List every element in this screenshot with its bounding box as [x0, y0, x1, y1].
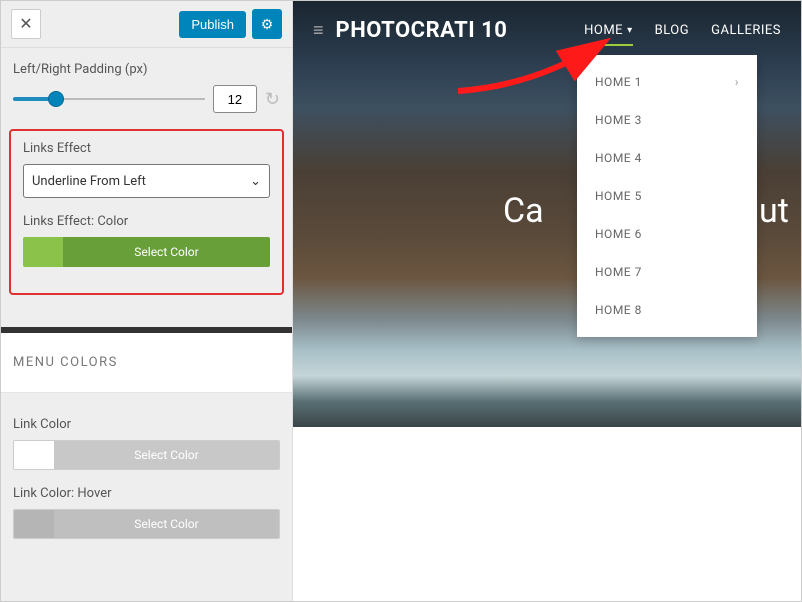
links-effect-highlight: Links Effect Underline From Left ⌄ Links…: [9, 129, 284, 295]
dropdown-item-label: HOME 8: [595, 303, 642, 317]
link-color-hover-section: Link Color: Hover Select Color: [1, 480, 292, 549]
dropdown-item[interactable]: HOME 3: [577, 101, 757, 139]
header-actions: Publish ⚙: [179, 9, 282, 39]
dropdown-item-label: HOME 7: [595, 265, 642, 279]
dropdown-item[interactable]: HOME 7: [577, 253, 757, 291]
hero-section: ≡ PHOTOCRATI 10 HOME ▾ BLOG GALLERIES: [293, 1, 801, 427]
nav-menu: HOME ▾ BLOG GALLERIES: [584, 23, 781, 38]
link-color-picker[interactable]: Select Color: [13, 440, 280, 470]
link-color-label: Link Color: [13, 417, 280, 432]
customizer-sidebar: ✕ Publish ⚙ Left/Right Padding (px): [1, 1, 293, 601]
slider-thumb[interactable]: [48, 91, 64, 107]
nav-galleries-label: GALLERIES: [711, 23, 781, 38]
select-color-label: Select Color: [54, 441, 279, 469]
dropdown-item-label: HOME 4: [595, 151, 642, 165]
chevron-down-icon: ⌄: [250, 174, 261, 189]
hero-title: Ca aut: [503, 191, 801, 231]
slider-fill: [13, 97, 51, 101]
dropdown-item[interactable]: HOME 8: [577, 291, 757, 329]
dropdown-item[interactable]: HOME 4: [577, 139, 757, 177]
settings-button[interactable]: ⚙: [252, 9, 282, 39]
menu-colors-title: MENU COLORS: [1, 333, 292, 393]
padding-section: Left/Right Padding (px) ↻: [1, 48, 292, 123]
hamburger-icon[interactable]: ≡: [313, 20, 324, 41]
dropdown-item-label: HOME 1: [595, 75, 642, 89]
dropdown-item[interactable]: HOME 1 ›: [577, 63, 757, 101]
select-color-label: Select Color: [54, 510, 279, 538]
chevron-down-icon: ▾: [627, 25, 633, 36]
dropdown-item-label: HOME 3: [595, 113, 642, 127]
nav-item-blog[interactable]: BLOG: [655, 23, 690, 38]
publish-button[interactable]: Publish: [179, 11, 246, 38]
close-icon: ✕: [19, 14, 32, 34]
color-swatch: [14, 510, 54, 538]
chevron-right-icon: ›: [735, 75, 739, 89]
link-color-hover-label: Link Color: Hover: [13, 486, 280, 501]
link-color-section: Link Color Select Color: [1, 393, 292, 480]
nav-item-galleries[interactable]: GALLERIES: [711, 23, 781, 38]
site-nav: ≡ PHOTOCRATI 10 HOME ▾ BLOG GALLERIES: [293, 1, 801, 59]
select-color-label: Select Color: [63, 237, 270, 267]
site-logo[interactable]: PHOTOCRATI 10: [336, 18, 508, 43]
nav-blog-label: BLOG: [655, 23, 690, 38]
sidebar-header: ✕ Publish ⚙: [1, 1, 292, 48]
padding-input[interactable]: [213, 85, 257, 113]
gear-icon: ⚙: [261, 16, 274, 33]
links-effect-select[interactable]: Underline From Left ⌄: [23, 164, 270, 198]
links-effect-label: Links Effect: [23, 141, 270, 156]
sidebar-body: Left/Right Padding (px) ↻ Links Effect U…: [1, 48, 292, 601]
padding-slider[interactable]: [13, 90, 205, 108]
padding-label: Left/Right Padding (px): [13, 62, 280, 77]
nav-underline: [584, 44, 633, 46]
close-button[interactable]: ✕: [11, 9, 41, 39]
hero-title-left: Ca: [503, 191, 544, 231]
nav-item-home[interactable]: HOME ▾: [584, 23, 633, 38]
nav-home-label: HOME: [584, 23, 623, 38]
reset-icon[interactable]: ↻: [265, 89, 280, 110]
links-effect-color-picker[interactable]: Select Color: [23, 237, 270, 267]
preview-pane: ≡ PHOTOCRATI 10 HOME ▾ BLOG GALLERIES: [293, 1, 801, 601]
links-effect-value: Underline From Left: [32, 174, 146, 189]
link-color-hover-picker[interactable]: Select Color: [13, 509, 280, 539]
color-swatch: [14, 441, 54, 469]
links-effect-color-label: Links Effect: Color: [23, 214, 270, 229]
padding-slider-row: ↻: [13, 85, 280, 113]
hero-title-right: aut: [741, 191, 789, 231]
color-swatch: [23, 237, 63, 267]
